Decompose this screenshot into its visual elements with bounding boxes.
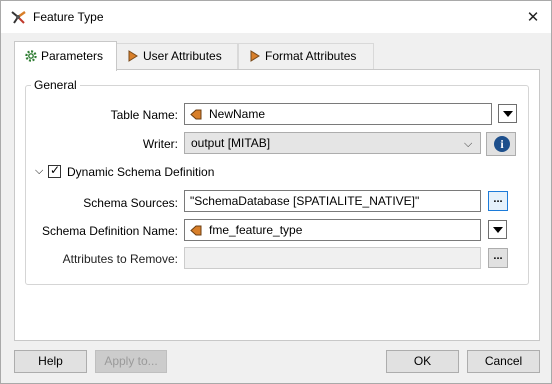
writer-select[interactable]: output [MITAB] ⌵ [184,132,481,154]
table-name-field[interactable]: NewName [184,103,492,125]
schema-definition-name-field[interactable]: fme_feature_type [184,219,481,241]
fme-app-icon [11,11,26,24]
schema-sources-field[interactable]: "SchemaDatabase [SPATIALITE_NATIVE]" [184,190,481,212]
apply-to-label: Apply to... [104,354,158,368]
close-button[interactable]: ✕ [521,7,545,27]
help-label: Help [38,354,63,368]
attribute-value-icon [190,225,202,236]
tab-format-attributes[interactable]: Format Attributes [238,43,374,69]
general-legend: General [31,78,80,92]
attributes-to-remove-field[interactable] [184,247,481,269]
attribute-arrow-icon [128,50,138,62]
tab-label: Parameters [41,49,104,63]
triangle-down-icon [503,111,513,117]
help-button[interactable]: Help [14,350,87,373]
tab-label: User Attributes [143,49,222,63]
attribute-arrow-icon [250,50,260,62]
tab-user-attributes[interactable]: User Attributes [116,43,238,69]
collapse-chevron-icon[interactable]: ⌵ [35,164,43,178]
schema-sources-value: "SchemaDatabase [SPATIALITE_NATIVE]" [190,194,420,208]
title-bar[interactable]: Feature Type ✕ [1,1,551,33]
ellipsis-icon: ... [493,193,503,205]
attribute-value-icon [190,109,202,120]
ok-button[interactable]: OK [386,350,459,373]
dynamic-schema-title: Dynamic Schema Definition [67,165,215,179]
apply-to-button[interactable]: Apply to... [95,350,167,373]
ellipsis-icon: ... [493,250,503,262]
tab-label: Format Attributes [265,49,357,63]
window-title: Feature Type [33,10,104,24]
feature-type-dialog: Feature Type ✕ Parameters User Attribute… [0,0,552,384]
schema-sources-label: Schema Sources: [83,196,178,210]
gear-icon [25,50,37,62]
schema-definition-name-value: fme_feature_type [209,223,303,237]
attributes-to-remove-label: Attributes to Remove: [62,252,178,266]
writer-label: Writer: [142,137,178,151]
attributes-to-remove-browse-button[interactable]: ... [488,248,508,268]
info-icon: i [494,136,510,152]
schema-sources-browse-button[interactable]: ... [488,191,508,211]
schema-definition-name-label: Schema Definition Name: [41,224,178,238]
table-name-dropdown-button[interactable] [498,104,517,123]
ok-label: OK [413,354,432,368]
chevron-down-icon: ⌵ [464,137,473,150]
writer-value: output [MITAB] [191,136,271,150]
cancel-label: Cancel [484,354,523,368]
writer-info-button[interactable]: i [486,132,516,156]
tab-parameters[interactable]: Parameters [14,41,117,71]
dynamic-schema-checkbox[interactable]: ✓ [48,163,61,178]
cancel-button[interactable]: Cancel [467,350,540,373]
triangle-down-icon [493,227,503,233]
checkmark-icon: ✓ [50,163,61,177]
table-name-label: Table Name: [110,108,178,122]
schema-definition-name-dropdown-button[interactable] [488,220,507,239]
close-icon: ✕ [526,8,540,26]
table-name-value: NewName [209,107,266,121]
